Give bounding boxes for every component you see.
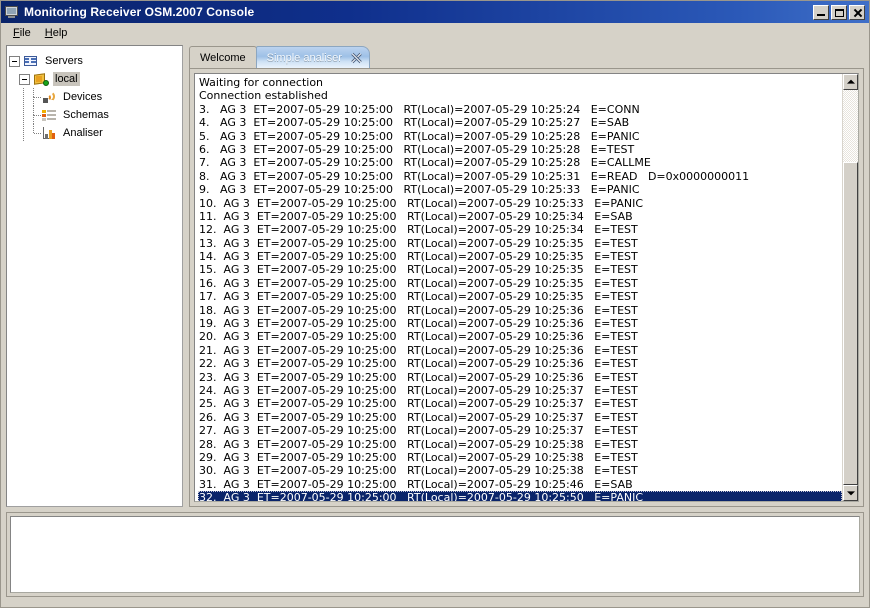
editor-panel: Welcome Simple analiser Waiting for conn… [189,45,864,507]
log-line[interactable]: 6. AG 3 ET=2007-05-29 10:25:00 RT(Local)… [198,143,842,156]
log-line[interactable]: 18. AG 3 ET=2007-05-29 10:25:00 RT(Local… [198,304,842,317]
minimize-button[interactable] [813,4,829,20]
maximize-button[interactable] [831,4,847,20]
log-line[interactable]: 7. AG 3 ET=2007-05-29 10:25:00 RT(Local)… [198,156,842,169]
tab-simple-analiser-label: Simple analiser [266,51,342,64]
log-line[interactable]: 19. AG 3 ET=2007-05-29 10:25:00 RT(Local… [198,317,842,330]
devices-icon [41,89,57,105]
window-title: Monitoring Receiver OSM.2007 Console [24,5,255,19]
analiser-icon [41,125,57,141]
bottom-detail-panel [6,512,864,597]
log-line[interactable]: 26. AG 3 ET=2007-05-29 10:25:00 RT(Local… [198,411,842,424]
log-view[interactable]: Waiting for connection Connection establi… [194,73,859,502]
tree-node-analiser-label: Analiser [63,127,103,139]
tree-node-schemas-label: Schemas [63,109,109,121]
tree-node-analiser[interactable]: Analiser [9,124,180,142]
menu-item-help-rest: elp [52,26,68,39]
application-window: Monitoring Receiver OSM.2007 Console Fil… [0,0,870,608]
log-line[interactable]: 21. AG 3 ET=2007-05-29 10:25:00 RT(Local… [198,344,842,357]
tree-node-devices[interactable]: Devices [9,88,180,106]
scroll-down-icon[interactable] [843,485,858,501]
schemas-icon [41,107,57,123]
scrollbar-track-upper[interactable] [843,90,858,162]
log-line[interactable]: 29. AG 3 ET=2007-05-29 10:25:00 RT(Local… [198,451,842,464]
log-line[interactable]: 23. AG 3 ET=2007-05-29 10:25:00 RT(Local… [198,371,842,384]
tree-node-local[interactable]: local [9,70,180,88]
tab-strip: Welcome Simple analiser [189,45,864,68]
tree-node-local-label: local [53,72,80,86]
tree-branch-line [29,124,41,142]
monitor-icon [4,5,20,19]
log-line[interactable]: 13. AG 3 ET=2007-05-29 10:25:00 RT(Local… [198,237,842,250]
log-vertical-scrollbar[interactable] [842,74,858,501]
title-bar: Monitoring Receiver OSM.2007 Console [1,1,869,23]
log-line[interactable]: 31. AG 3 ET=2007-05-29 10:25:00 RT(Local… [198,478,842,491]
close-icon[interactable] [349,51,363,65]
log-line[interactable]: 8. AG 3 ET=2007-05-29 10:25:00 RT(Local)… [198,170,842,183]
tree-branch-line [29,106,41,124]
log-line[interactable]: 17. AG 3 ET=2007-05-29 10:25:00 RT(Local… [198,290,842,303]
local-server-icon [33,71,49,87]
log-line-selected[interactable]: 32. AG 3 ET=2007-05-29 10:25:00 RT(Local… [198,491,842,501]
tree-node-servers-label: Servers [45,55,83,67]
log-line[interactable]: 10. AG 3 ET=2007-05-29 10:25:00 RT(Local… [198,197,842,210]
log-line[interactable]: 9. AG 3 ET=2007-05-29 10:25:00 RT(Local)… [198,183,842,196]
expander-servers-icon[interactable] [9,55,20,67]
menu-bar: File Help [1,23,869,42]
tree-branch-line [29,88,41,106]
log-line-list[interactable]: Waiting for connection Connection establi… [195,74,842,501]
log-line[interactable]: 15. AG 3 ET=2007-05-29 10:25:00 RT(Local… [198,263,842,276]
tab-simple-analiser[interactable]: Simple analiser [255,46,370,68]
tree-node-schemas[interactable]: Schemas [9,106,180,124]
tab-content-panel: Waiting for connection Connection establi… [189,68,864,507]
log-line[interactable]: 11. AG 3 ET=2007-05-29 10:25:00 RT(Local… [198,210,842,223]
log-line[interactable]: 12. AG 3 ET=2007-05-29 10:25:00 RT(Local… [198,223,842,236]
expander-local-icon[interactable] [19,73,30,85]
log-line[interactable]: Waiting for connection [198,76,842,89]
servers-icon [23,53,39,69]
log-line[interactable]: 5. AG 3 ET=2007-05-29 10:25:00 RT(Local)… [198,130,842,143]
scroll-up-icon[interactable] [843,74,858,90]
scrollbar-track[interactable] [843,90,858,485]
log-line[interactable]: 30. AG 3 ET=2007-05-29 10:25:00 RT(Local… [198,464,842,477]
log-line[interactable]: 4. AG 3 ET=2007-05-29 10:25:00 RT(Local)… [198,116,842,129]
window-controls [813,4,867,20]
menu-item-help[interactable]: Help [39,25,76,41]
server-tree-panel[interactable]: Servers local Devices Schemas Analiser [6,45,183,507]
bottom-detail-surface[interactable] [10,516,860,593]
tree-node-devices-label: Devices [63,91,103,103]
log-line[interactable]: 25. AG 3 ET=2007-05-29 10:25:00 RT(Local… [198,397,842,410]
log-line[interactable]: 16. AG 3 ET=2007-05-29 10:25:00 RT(Local… [198,277,842,290]
scrollbar-thumb[interactable] [843,162,858,485]
log-line[interactable]: 20. AG 3 ET=2007-05-29 10:25:00 RT(Local… [198,330,842,343]
log-line[interactable]: 27. AG 3 ET=2007-05-29 10:25:00 RT(Local… [198,424,842,437]
log-line[interactable]: 3. AG 3 ET=2007-05-29 10:25:00 RT(Local)… [198,103,842,116]
menu-item-file[interactable]: File [7,25,39,41]
upper-row: Servers local Devices Schemas Analiser W… [6,45,864,507]
log-line[interactable]: Connection established [198,89,842,102]
tree-node-servers[interactable]: Servers [9,52,180,70]
menu-item-file-rest: ile [19,26,31,39]
log-line[interactable]: 24. AG 3 ET=2007-05-29 10:25:00 RT(Local… [198,384,842,397]
log-line[interactable]: 14. AG 3 ET=2007-05-29 10:25:00 RT(Local… [198,250,842,263]
body-region: Servers local Devices Schemas Analiser W… [1,42,869,601]
status-bar [1,601,869,607]
tab-welcome-label: Welcome [200,51,246,64]
log-line[interactable]: 22. AG 3 ET=2007-05-29 10:25:00 RT(Local… [198,357,842,370]
close-button[interactable] [849,4,865,20]
log-line[interactable]: 28. AG 3 ET=2007-05-29 10:25:00 RT(Local… [198,438,842,451]
tab-welcome[interactable]: Welcome [189,46,257,68]
